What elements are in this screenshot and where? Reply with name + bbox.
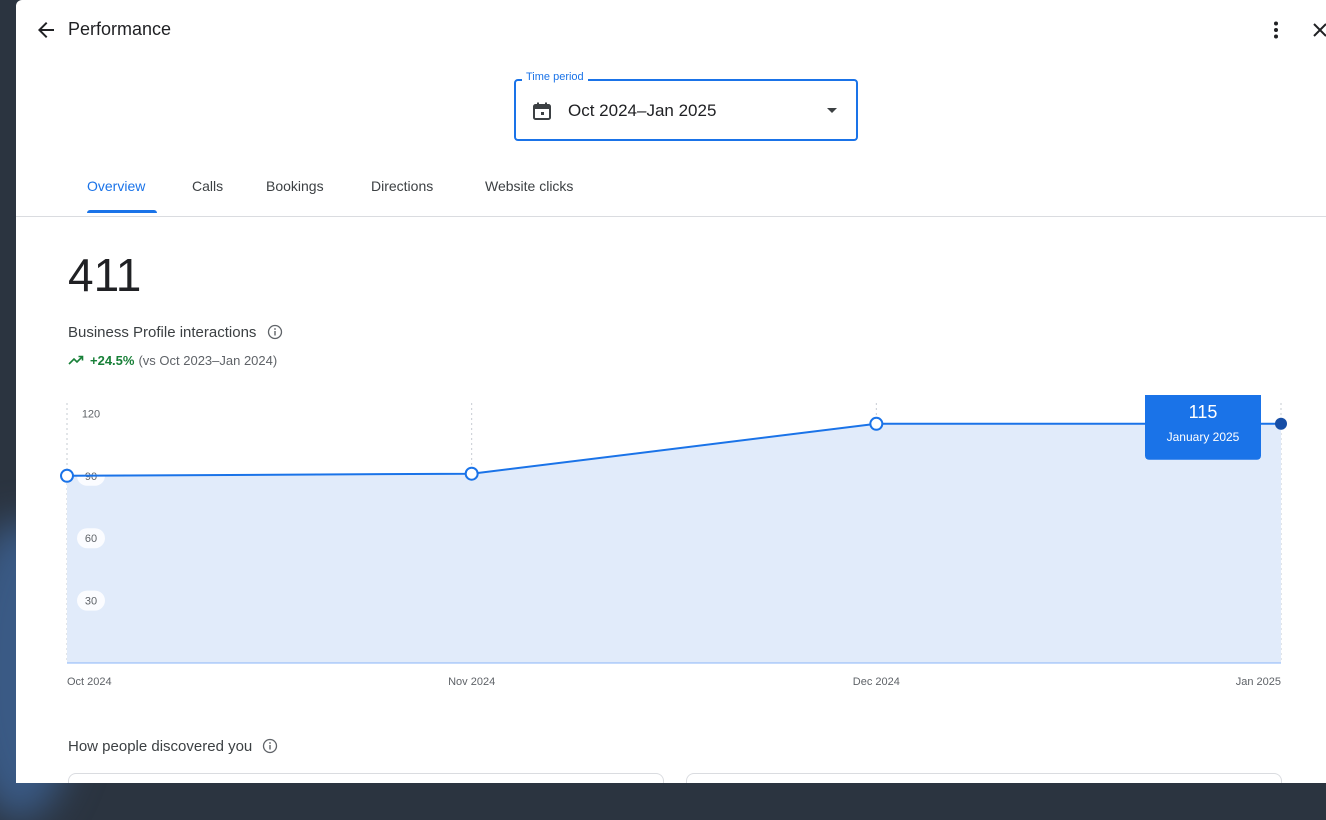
data-point-selected — [1275, 417, 1287, 430]
total-interactions: 411 — [68, 249, 142, 301]
performance-panel: Performance Time period Oct 2024–Jan 202… — [16, 0, 1326, 783]
close-icon[interactable] — [1310, 18, 1326, 42]
calendar-icon — [533, 102, 551, 120]
tab-calls[interactable]: Calls — [192, 178, 223, 194]
y-tick-label: 120 — [82, 408, 100, 420]
tab-overview[interactable]: Overview — [87, 178, 145, 194]
metric-label: Business Profile interactions — [68, 321, 282, 341]
y-tick-label: 90 — [85, 471, 97, 483]
discover-heading-text: How people discovered you — [68, 738, 253, 755]
trend-row: +24.5% (vs Oct 2023–Jan 2024) — [68, 353, 277, 368]
info-icon[interactable] — [267, 324, 283, 340]
active-tab-indicator — [87, 210, 157, 213]
data-point — [60, 468, 74, 483]
x-tick-label: Dec 2024 — [853, 676, 900, 688]
y-tick-label: 30 — [85, 596, 97, 608]
data-point — [869, 416, 884, 431]
tooltip-value: 115 — [1189, 402, 1218, 422]
more-vert-icon[interactable] — [1264, 18, 1288, 42]
x-tick-label: Nov 2024 — [448, 676, 495, 688]
tab-website-clicks[interactable]: Website clicks — [485, 178, 573, 194]
discovery-card — [686, 773, 1282, 783]
discover-heading: How people discovered you — [68, 735, 278, 755]
dropdown-caret-icon[interactable] — [826, 107, 838, 115]
area-fill — [67, 423, 1281, 663]
trend-comparison: (vs Oct 2023–Jan 2024) — [138, 353, 278, 368]
arrow-back-icon[interactable] — [34, 18, 58, 42]
tab-bar: Overview Calls Bookings Directions Websi… — [16, 168, 1326, 217]
trending-up-icon — [68, 355, 84, 365]
info-icon[interactable] — [262, 738, 278, 754]
time-period-value: Oct 2024–Jan 2025 — [568, 101, 717, 120]
time-period-select[interactable]: Time period Oct 2024–Jan 2025 — [514, 71, 858, 141]
x-tick-label: Jan 2025 — [1236, 676, 1281, 688]
y-tick-label: 60 — [85, 533, 97, 545]
discovery-card — [68, 773, 664, 783]
tab-bookings[interactable]: Bookings — [266, 178, 324, 194]
trend-percentage: +24.5% — [90, 353, 135, 368]
data-point — [464, 466, 479, 481]
interactions-chart: 120 90 60 30 Oct 2024 Nov 2024 Dec 2024 Jan 202… — [60, 395, 1287, 688]
time-period-label: Time period — [522, 71, 588, 83]
tooltip-label: January 2025 — [1167, 430, 1240, 444]
metric-label-text: Business Profile interactions — [68, 324, 257, 341]
top-bar: Performance — [16, 0, 1326, 60]
x-tick-label: Oct 2024 — [67, 676, 112, 688]
tab-directions[interactable]: Directions — [371, 178, 433, 194]
page-title: Performance — [68, 19, 172, 39]
